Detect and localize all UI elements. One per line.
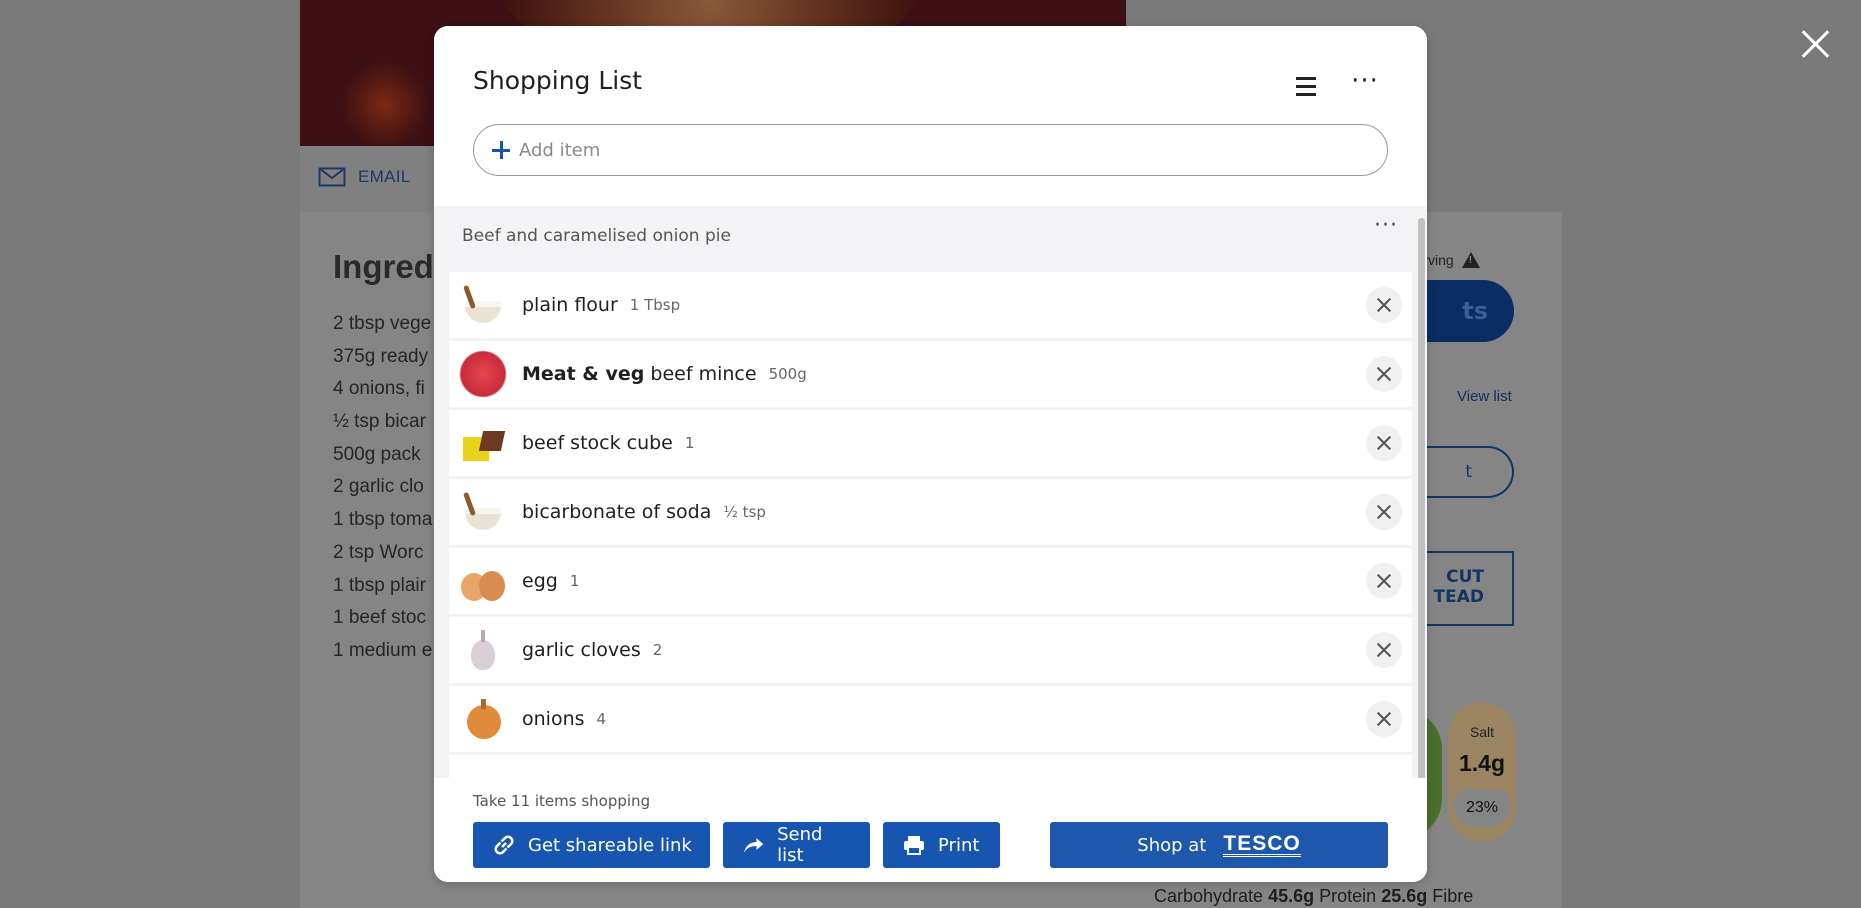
ingredient-line: 2 tbsp vege [333, 313, 432, 334]
ingredient-line: 4 onions, fi [333, 378, 425, 400]
ingredient-line: ½ tsp bicar [333, 411, 426, 433]
item-name: Meat & veg beef mince [522, 363, 757, 385]
item-list: plain flour 1 Tbsp Meat & veg beef mince 50… [449, 272, 1412, 778]
ingredient-line: 500g pack [333, 443, 421, 465]
list-item[interactable]: beef stock cube 1 [449, 410, 1412, 476]
remove-item-icon[interactable] [1366, 287, 1402, 323]
view-list-link[interactable]: View list [1457, 388, 1512, 405]
ingredient-line: 375g ready [333, 345, 429, 367]
salt-traffic-light: Salt 1.4g 23% [1448, 702, 1516, 842]
list-item[interactable]: onions 4 [449, 686, 1412, 752]
list-item[interactable]: plain flour 1 Tbsp [449, 272, 1412, 338]
modal-title: Shopping List [473, 66, 643, 95]
email-label: EMAIL [358, 167, 411, 186]
item-brand: Meat & veg [522, 363, 645, 385]
add-item-input[interactable] [519, 139, 1387, 161]
send-list-button[interactable]: Send list [723, 822, 870, 868]
item-quantity: 1 [684, 434, 695, 452]
mince-icon [459, 350, 507, 398]
item-name: egg [522, 570, 558, 592]
envelope-icon [318, 167, 346, 187]
ingredient-line: 2 garlic clo [333, 476, 424, 498]
hero-decoration [340, 60, 430, 146]
ingredients-list: 2 tbsp vege 375g ready 4 onions, fi ½ tsp b… [333, 308, 432, 668]
email-link[interactable]: EMAIL [318, 167, 411, 187]
plus-icon [492, 141, 510, 159]
remove-item-icon[interactable] [1366, 356, 1402, 392]
remove-item-icon[interactable] [1366, 494, 1402, 530]
item-quantity: 500g [768, 365, 807, 383]
menu-icon[interactable] [1288, 70, 1324, 102]
stock-cube-icon [459, 419, 507, 467]
items-count-text: Take 11 items shopping [473, 792, 651, 810]
nutrition-summary: Carbohydrate 45.6g Protein 25.6g Fibre [1154, 886, 1474, 906]
garlic-icon [459, 626, 507, 674]
close-icon[interactable] [1800, 28, 1832, 60]
shopping-list-modal: Shopping List ··· Beef and caramelised o… [434, 26, 1427, 882]
item-name: plain flour [522, 294, 618, 316]
ingredient-line: 1 medium e [333, 639, 433, 661]
item-quantity: ½ tsp [723, 503, 766, 521]
item-quantity: 1 Tbsp [629, 296, 681, 314]
share-arrow-icon [743, 838, 764, 853]
ingredients-title: Ingredi [333, 248, 444, 285]
recipe-group-title: Beef and caramelised onion pie [462, 226, 731, 246]
list-item[interactable]: Meat & veg beef mince 500g [449, 341, 1412, 407]
ingredient-line: 1 beef stoc [333, 607, 426, 629]
add-item-field[interactable] [473, 124, 1388, 176]
warning-icon [1461, 252, 1480, 268]
salt-value: 1.4g [1458, 750, 1506, 776]
flour-icon [459, 281, 507, 329]
group-more-icon[interactable]: ··· [1371, 215, 1401, 242]
print-button[interactable]: Print [883, 822, 1000, 868]
scrollbar[interactable] [1418, 218, 1425, 778]
remove-item-icon[interactable] [1366, 563, 1402, 599]
list-item[interactable]: egg 1 [449, 548, 1412, 614]
modal-header: Shopping List ··· [434, 26, 1427, 206]
link-icon [494, 835, 514, 855]
item-name: garlic cloves [522, 639, 641, 661]
printer-icon [904, 836, 924, 855]
flour-icon [459, 488, 507, 536]
item-name: beef stock cube [522, 432, 673, 454]
shopping-list: Beef and caramelised onion pie ··· plain… [434, 206, 1427, 778]
salt-label: Salt [1469, 724, 1495, 740]
remove-item-icon[interactable] [1366, 701, 1402, 737]
item-quantity: 4 [596, 710, 607, 728]
list-item[interactable]: bicarbonate of soda ½ tsp [449, 479, 1412, 545]
item-name: onions [522, 708, 585, 730]
shop-at-tesco-button[interactable]: Shop at TESCO [1050, 822, 1388, 868]
remove-item-icon[interactable] [1366, 425, 1402, 461]
onion-icon [459, 695, 507, 743]
egg-icon [459, 557, 507, 605]
item-quantity: 2 [652, 641, 663, 659]
get-shareable-link-button[interactable]: Get shareable link [473, 822, 710, 868]
tesco-logo: TESCO [1223, 831, 1301, 857]
ingredient-line: 1 tbsp plair [333, 574, 426, 596]
salt-percent: 23% [1453, 789, 1511, 827]
item-name: bicarbonate of soda [522, 501, 712, 523]
ingredient-line: 2 tsp Worc [333, 541, 424, 563]
modal-footer: Take 11 items shopping Get shareable lin… [434, 778, 1427, 882]
list-item[interactable]: garlic cloves 2 [449, 617, 1412, 683]
remove-item-icon[interactable] [1366, 632, 1402, 668]
item-quantity: 1 [569, 572, 580, 590]
list-item[interactable] [449, 755, 1412, 778]
more-options-icon[interactable]: ··· [1345, 68, 1385, 102]
ingredient-line: 1 tbsp toma [333, 509, 433, 531]
